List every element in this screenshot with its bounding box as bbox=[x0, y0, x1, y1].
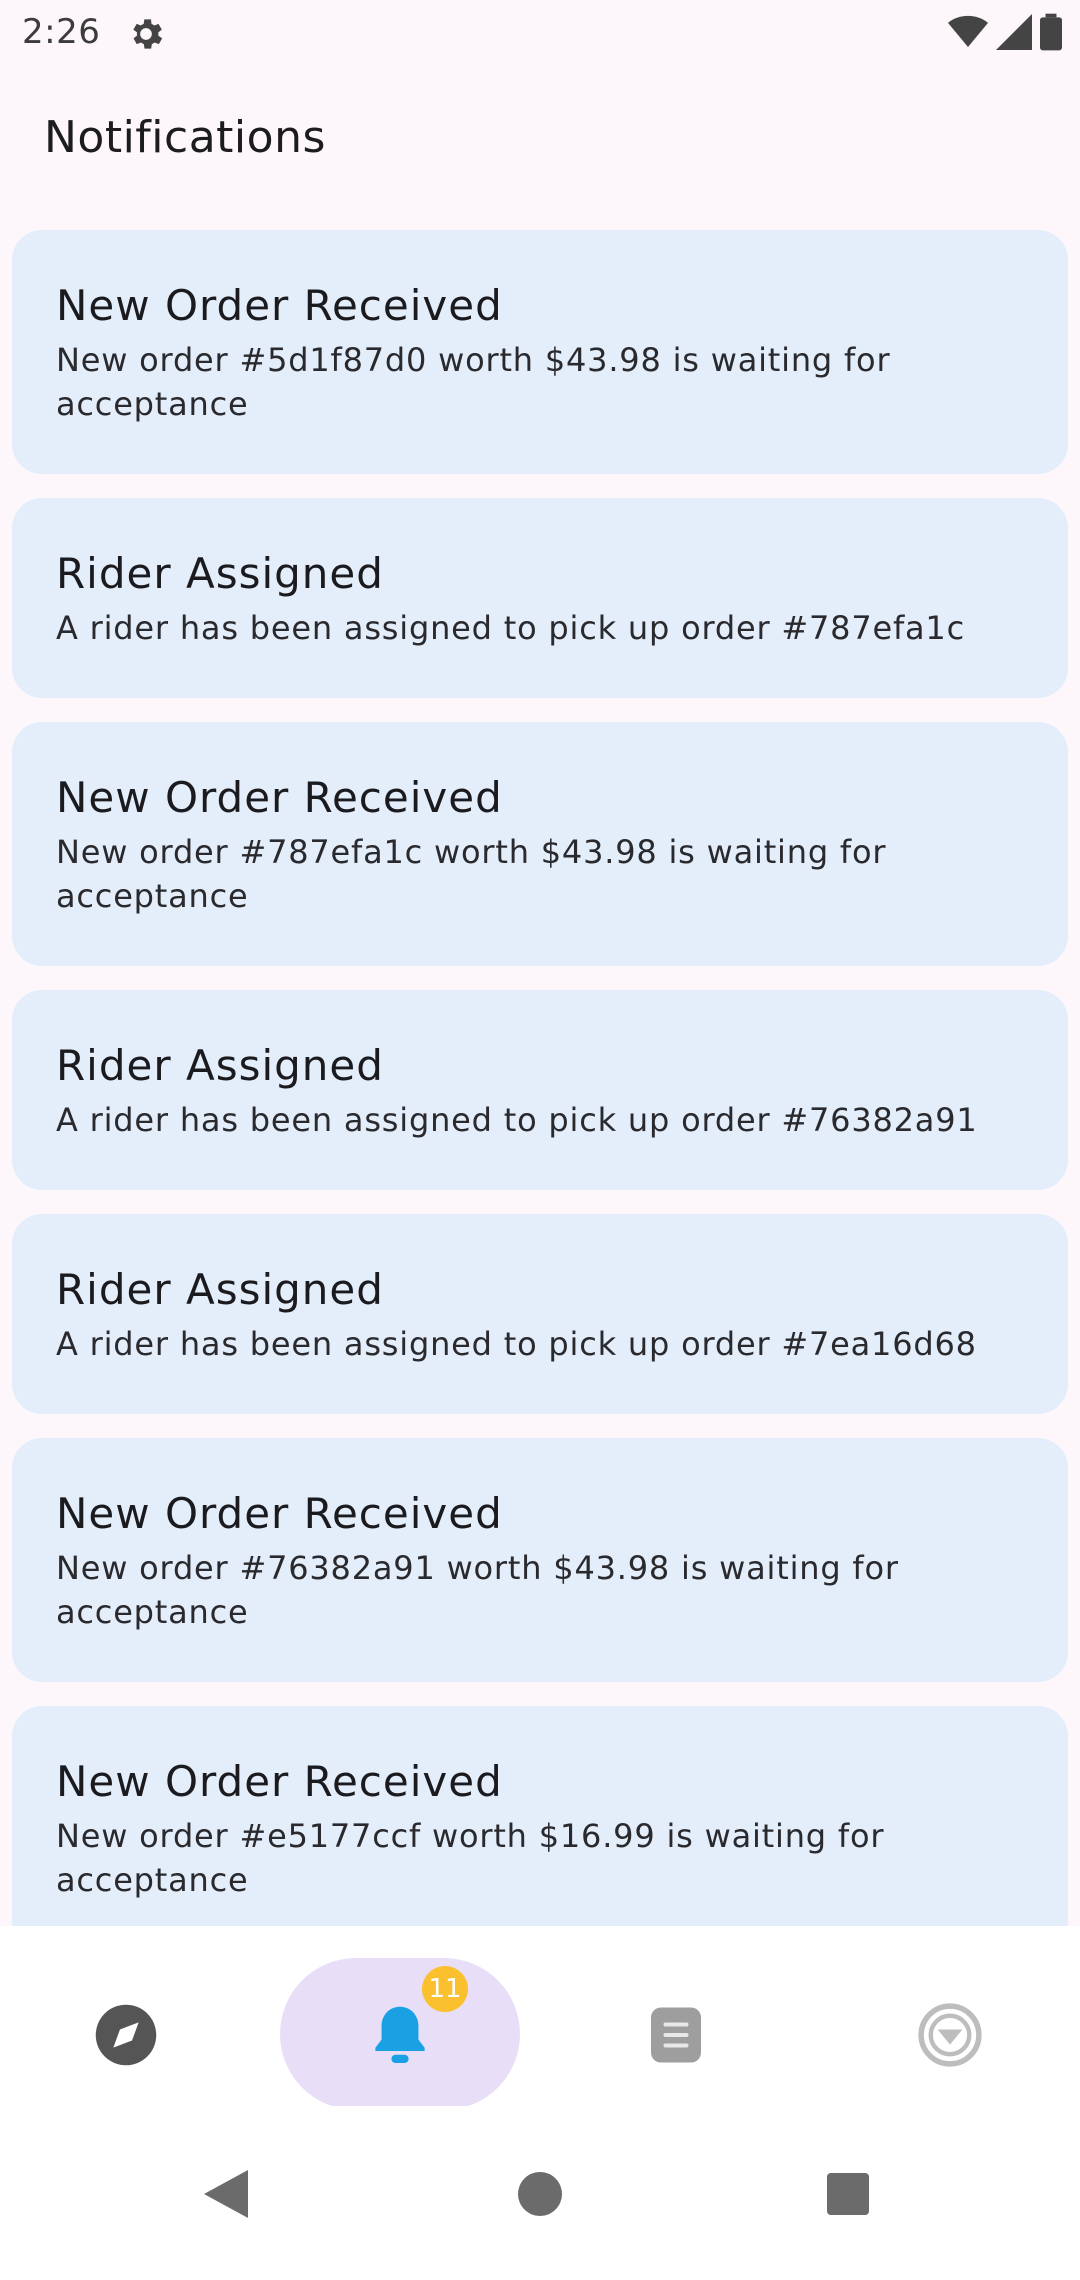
notification-title: New Order Received bbox=[56, 1757, 503, 1806]
notification-card[interactable]: New Order Received New order #5d1f87d0 w… bbox=[12, 230, 1068, 474]
cellular-signal-icon bbox=[996, 14, 1032, 54]
notification-title: Rider Assigned bbox=[56, 549, 384, 598]
notification-body: New order #787efa1c worth $43.98 is wait… bbox=[56, 833, 887, 915]
nav-item-orders[interactable] bbox=[556, 1962, 796, 2112]
battery-icon bbox=[1040, 13, 1062, 55]
nav-item-notifications[interactable] bbox=[280, 1962, 520, 2112]
notification-body: A rider has been assigned to pick up ord… bbox=[56, 609, 965, 647]
status-bar: 2:26 bbox=[0, 0, 1080, 66]
bell-icon bbox=[370, 2003, 430, 2071]
notification-body: New order #e5177ccf worth $16.99 is wait… bbox=[56, 1817, 885, 1899]
notification-count-badge: 11 bbox=[422, 1966, 468, 2012]
wifi-icon bbox=[948, 15, 988, 53]
status-icons bbox=[948, 13, 1062, 55]
notification-title: Rider Assigned bbox=[56, 1041, 384, 1090]
chevron-down-circle-icon bbox=[917, 2002, 983, 2072]
notification-body: New order #5d1f87d0 worth $43.98 is wait… bbox=[56, 341, 891, 423]
nav-item-explore[interactable] bbox=[6, 1962, 246, 2112]
notification-card[interactable]: New Order Received New order #e5177ccf w… bbox=[12, 1706, 1068, 1926]
notification-body: A rider has been assigned to pick up ord… bbox=[56, 1325, 977, 1363]
system-navigation-bar bbox=[0, 2106, 1080, 2280]
back-button[interactable] bbox=[186, 2156, 266, 2236]
notification-title: New Order Received bbox=[56, 281, 503, 330]
notification-title: Rider Assigned bbox=[56, 1265, 384, 1314]
status-time: 2:26 bbox=[22, 12, 101, 52]
document-icon bbox=[651, 2007, 701, 2067]
notification-card[interactable]: New Order Received New order #76382a91 w… bbox=[12, 1438, 1068, 1682]
home-circle-icon bbox=[518, 2172, 562, 2220]
back-triangle-icon bbox=[204, 2169, 248, 2223]
notification-body: A rider has been assigned to pick up ord… bbox=[56, 1101, 978, 1139]
notification-list[interactable]: New Order Received New order #5d1f87d0 w… bbox=[12, 230, 1068, 1926]
notification-card[interactable]: Rider Assigned A rider has been assigned… bbox=[12, 498, 1068, 698]
recents-button[interactable] bbox=[808, 2156, 888, 2236]
notification-card[interactable]: New Order Received New order #787efa1c w… bbox=[12, 722, 1068, 966]
recents-square-icon bbox=[827, 2173, 869, 2219]
nav-item-more[interactable] bbox=[830, 1962, 1070, 2112]
notification-title: New Order Received bbox=[56, 773, 503, 822]
notification-title: New Order Received bbox=[56, 1489, 503, 1538]
settings-gear-icon bbox=[126, 14, 166, 54]
page-title: Notifications bbox=[44, 112, 326, 163]
notification-card[interactable]: Rider Assigned A rider has been assigned… bbox=[12, 990, 1068, 1190]
notification-card[interactable]: Rider Assigned A rider has been assigned… bbox=[12, 1214, 1068, 1414]
notification-body: New order #76382a91 worth $43.98 is wait… bbox=[56, 1549, 899, 1631]
compass-icon bbox=[93, 2002, 159, 2072]
bottom-navigation: 11 bbox=[0, 1926, 1080, 2110]
home-button[interactable] bbox=[500, 2156, 580, 2236]
